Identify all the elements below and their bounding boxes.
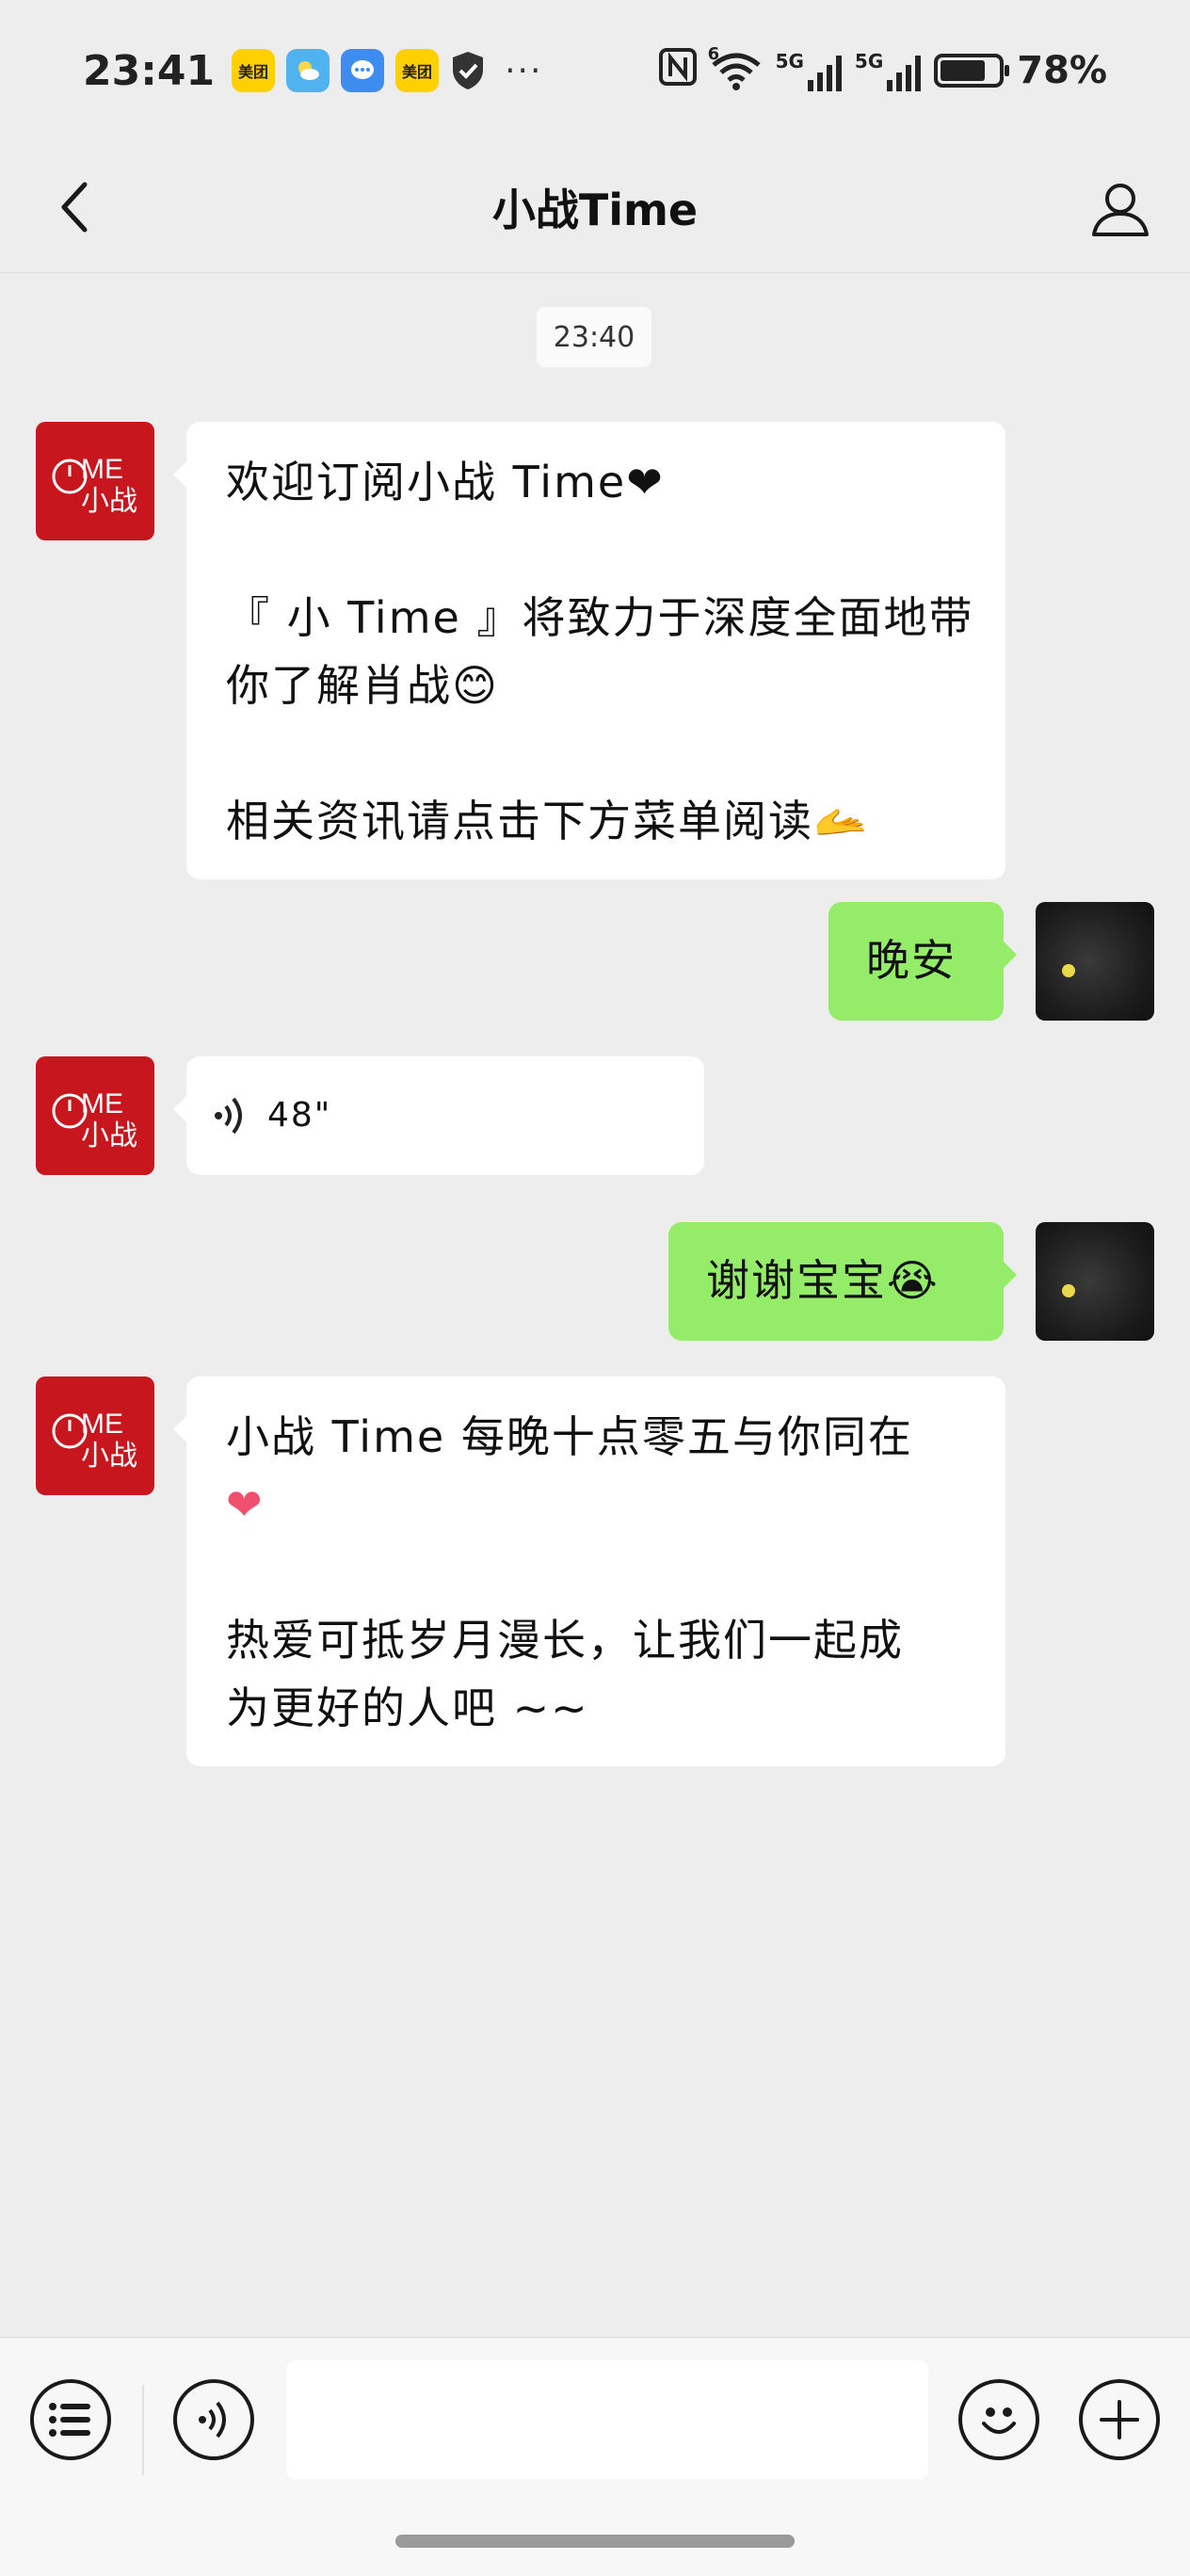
chat-title: 小战Time xyxy=(491,184,699,235)
voice-duration: 48" xyxy=(267,1096,332,1135)
svg-text:小战: 小战 xyxy=(81,1440,137,1473)
weather-app-icon xyxy=(286,49,330,92)
battery-percent: 78% xyxy=(1017,49,1107,92)
message-text: 『 小 Time 』将致力于深度全面地带 xyxy=(226,592,974,643)
time-logo-icon: ME 小战 xyxy=(52,1409,137,1473)
svg-text:小战: 小战 xyxy=(81,485,137,518)
incoming-message-bubble[interactable]: 欢迎订阅小战 Time❤ 『 小 Time 』将致力于深度全面地带 你了解肖战😊… xyxy=(173,422,1005,879)
chat-info-button[interactable] xyxy=(1079,168,1162,250)
svg-text:小战: 小战 xyxy=(81,1119,137,1152)
more-functions-button[interactable] xyxy=(1079,2379,1160,2460)
time-logo-icon: ME 小战 xyxy=(52,1088,137,1152)
service-menu-button[interactable] xyxy=(30,2379,111,2460)
voice-mode-icon xyxy=(199,2401,226,2439)
outgoing-message-bubble[interactable]: 谢谢宝宝😭 xyxy=(668,1222,1017,1341)
add-icon xyxy=(1100,2400,1139,2439)
message-timestamp: 23:40 xyxy=(537,307,651,367)
message-text: 谢谢宝宝😭 xyxy=(706,1255,940,1306)
wifi-badge: 6 xyxy=(707,44,720,64)
message-line: 欢迎订阅小战 Time❤ xyxy=(226,448,964,516)
menu-list-icon xyxy=(49,2403,90,2437)
wechat-chat-screen: 23:41 美团 美团 ··· 6 5G 5G 78% 小战Time 23:40… xyxy=(0,0,1190,2576)
meituan-app-icon: 美团 xyxy=(395,49,440,92)
chat-header: 小战Time xyxy=(0,141,1190,273)
battery-level-fill xyxy=(941,60,986,81)
message-text: 热爱可抵岁月漫长，让我们一起成 xyxy=(226,1615,904,1666)
shield-check-icon xyxy=(450,49,486,92)
brand-avatar[interactable]: ME 小战 xyxy=(36,1056,154,1175)
cell-signal-2-icon: 5G xyxy=(854,50,922,91)
input-divider xyxy=(142,2385,144,2475)
user-avatar[interactable] xyxy=(1036,902,1154,1021)
status-right-group: 6 5G 5G 78% xyxy=(658,44,1107,94)
more-notifications-icon: ··· xyxy=(505,51,543,90)
message-text: 为更好的人吧 ~~ xyxy=(226,1682,589,1733)
cell-signal-1-icon: 5G xyxy=(776,50,842,91)
status-time: 23:41 xyxy=(83,46,216,95)
svg-text:ME: ME xyxy=(81,454,123,485)
brand-avatar[interactable]: ME 小战 xyxy=(36,422,154,540)
voice-message-bubble[interactable]: 48" xyxy=(173,1056,704,1175)
message-text: 你了解肖战😊 xyxy=(226,660,499,711)
svg-text:ME: ME xyxy=(81,1088,123,1119)
messages-app-icon xyxy=(341,49,385,92)
message-text: 欢迎订阅小战 Time❤ xyxy=(226,457,665,507)
home-indicator[interactable] xyxy=(395,2535,795,2548)
voice-message-row: 48" xyxy=(211,1056,704,1175)
wifi-icon: 6 xyxy=(708,44,763,91)
message-text: ❤ xyxy=(226,1479,265,1530)
chevron-left-icon xyxy=(61,182,88,233)
network-type-label: 5G xyxy=(854,50,884,72)
back-button[interactable] xyxy=(38,169,113,245)
incoming-message-bubble[interactable]: 小战 Time 每晚十点零五与你同在 ❤ 热爱可抵岁月漫长，让我们一起成 为更好… xyxy=(173,1377,1005,1766)
message-text: 晚安 xyxy=(866,935,957,986)
time-logo-icon: ME 小战 xyxy=(52,454,137,518)
voice-wave-icon xyxy=(215,1097,242,1135)
meituan-app-icon: 美团 xyxy=(232,49,276,92)
outgoing-message-bubble[interactable]: 晚安 xyxy=(828,902,1017,1021)
emoji-icon xyxy=(982,2407,1016,2434)
brand-avatar[interactable]: ME 小战 xyxy=(36,1377,154,1495)
user-avatar[interactable] xyxy=(1036,1222,1154,1341)
network-type-label: 5G xyxy=(775,50,804,72)
message-text-input[interactable] xyxy=(286,2360,928,2479)
emoji-button[interactable] xyxy=(958,2379,1039,2460)
message-text: 小战 Time 每晚十点零五与你同在 xyxy=(226,1411,913,1462)
person-icon xyxy=(1092,184,1149,236)
battery-icon xyxy=(934,54,1010,88)
svg-text:ME: ME xyxy=(81,1409,123,1440)
voice-input-button[interactable] xyxy=(173,2379,254,2460)
status-bar: 23:41 美团 美团 ··· 6 5G 5G 78% xyxy=(0,0,1190,141)
message-text: 相关资讯请点击下方菜单阅读🫴 xyxy=(226,796,870,846)
nfc-icon xyxy=(658,47,697,94)
